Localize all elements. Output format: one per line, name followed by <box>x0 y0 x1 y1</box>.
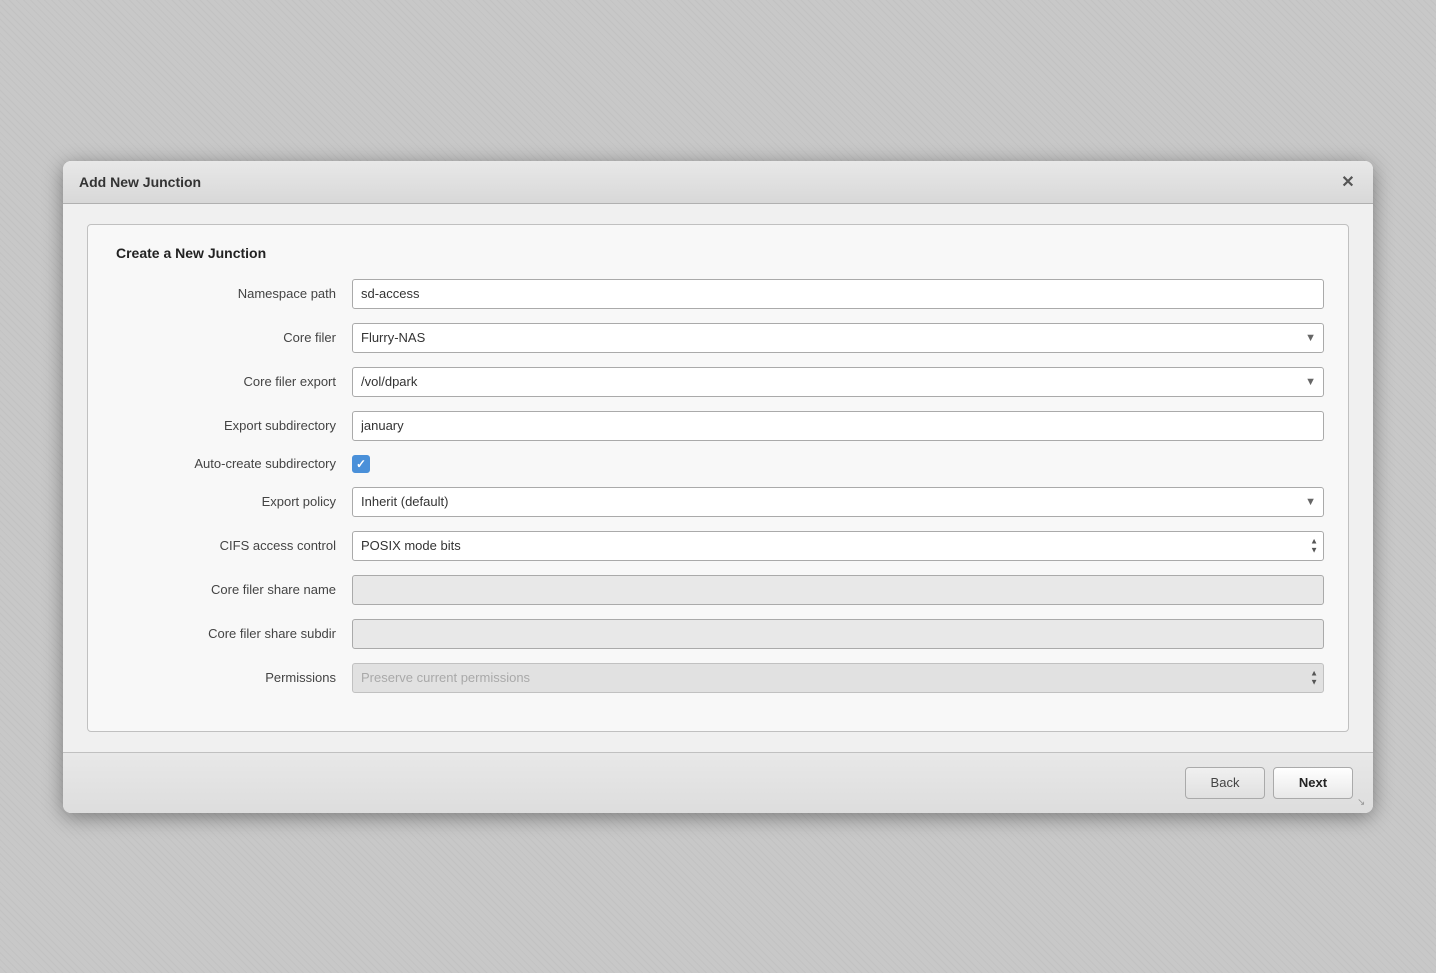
form-section: Create a New Junction Namespace path Cor… <box>87 224 1349 732</box>
auto-create-row: Auto-create subdirectory ✓ <box>112 455 1324 473</box>
core-filer-export-row: Core filer export /vol/dpark ▼ <box>112 367 1324 397</box>
core-filer-control: Flurry-NAS ▼ <box>352 323 1324 353</box>
cifs-access-control-select[interactable]: POSIX mode bits <box>352 531 1324 561</box>
core-filer-share-subdir-label: Core filer share subdir <box>112 626 352 641</box>
resize-handle[interactable]: ↘ <box>1357 797 1369 809</box>
back-button[interactable]: Back <box>1185 767 1265 799</box>
dialog-titlebar: Add New Junction ✕ <box>63 161 1373 204</box>
checkmark-icon: ✓ <box>356 457 366 471</box>
dialog-footer: Back Next ↘ <box>63 752 1373 813</box>
core-filer-export-label: Core filer export <box>112 374 352 389</box>
core-filer-share-subdir-row: Core filer share subdir <box>112 619 1324 649</box>
add-junction-dialog: Add New Junction ✕ Create a New Junction… <box>63 161 1373 813</box>
export-subdirectory-input[interactable] <box>352 411 1324 441</box>
dialog-title: Add New Junction <box>79 174 201 190</box>
core-filer-share-name-control <box>352 575 1324 605</box>
namespace-path-label: Namespace path <box>112 286 352 301</box>
export-subdirectory-row: Export subdirectory <box>112 411 1324 441</box>
namespace-path-control <box>352 279 1324 309</box>
dialog-body: Create a New Junction Namespace path Cor… <box>63 204 1373 752</box>
core-filer-share-subdir-control <box>352 619 1324 649</box>
cifs-access-control-control: POSIX mode bits ▲ ▼ <box>352 531 1324 561</box>
cifs-access-control-row: CIFS access control POSIX mode bits ▲ ▼ <box>112 531 1324 561</box>
auto-create-label: Auto-create subdirectory <box>112 456 352 471</box>
core-filer-share-subdir-input[interactable] <box>352 619 1324 649</box>
export-policy-row: Export policy Inherit (default) ▼ <box>112 487 1324 517</box>
cifs-access-control-label: CIFS access control <box>112 538 352 553</box>
core-filer-share-name-input[interactable] <box>352 575 1324 605</box>
export-subdirectory-label: Export subdirectory <box>112 418 352 433</box>
auto-create-control: ✓ <box>352 455 1324 473</box>
permissions-select[interactable]: Preserve current permissions <box>352 663 1324 693</box>
core-filer-share-name-label: Core filer share name <box>112 582 352 597</box>
export-subdirectory-control <box>352 411 1324 441</box>
namespace-path-input[interactable] <box>352 279 1324 309</box>
permissions-label: Permissions <box>112 670 352 685</box>
export-policy-control: Inherit (default) ▼ <box>352 487 1324 517</box>
core-filer-row: Core filer Flurry-NAS ▼ <box>112 323 1324 353</box>
core-filer-share-name-row: Core filer share name <box>112 575 1324 605</box>
core-filer-label: Core filer <box>112 330 352 345</box>
section-title: Create a New Junction <box>112 245 1324 261</box>
core-filer-select[interactable]: Flurry-NAS <box>352 323 1324 353</box>
close-button[interactable]: ✕ <box>1339 173 1357 191</box>
namespace-path-row: Namespace path <box>112 279 1324 309</box>
export-policy-label: Export policy <box>112 494 352 509</box>
permissions-row: Permissions Preserve current permissions… <box>112 663 1324 693</box>
core-filer-export-control: /vol/dpark ▼ <box>352 367 1324 397</box>
next-button[interactable]: Next <box>1273 767 1353 799</box>
export-policy-select[interactable]: Inherit (default) <box>352 487 1324 517</box>
core-filer-export-select[interactable]: /vol/dpark <box>352 367 1324 397</box>
auto-create-checkbox[interactable]: ✓ <box>352 455 370 473</box>
permissions-control: Preserve current permissions ▲ ▼ <box>352 663 1324 693</box>
